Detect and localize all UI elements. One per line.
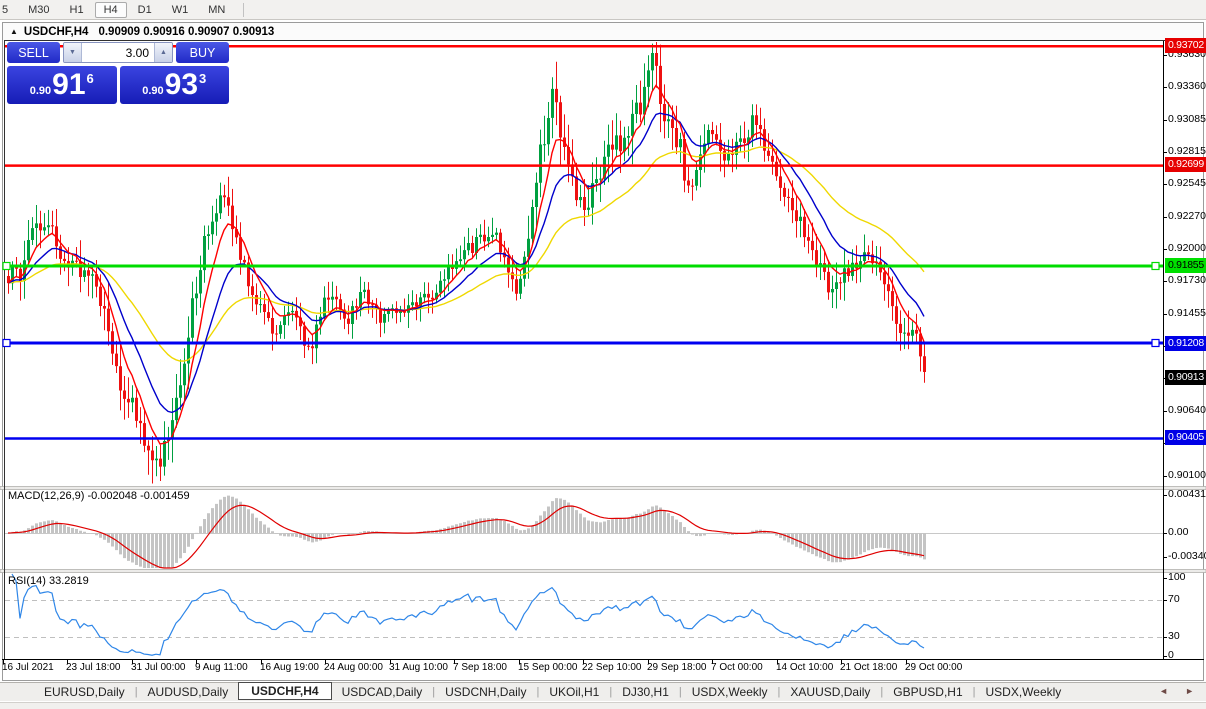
sell-price-display[interactable]: 0.90 91 6	[7, 66, 117, 104]
tabs-scroll-left-icon[interactable]: ◄	[1159, 686, 1168, 696]
support-line-price-badge: 0.91208	[1165, 336, 1206, 351]
time-axis-label: 7 Oct 00:00	[711, 662, 763, 673]
indicator-axis-tick: 0.00	[1168, 526, 1188, 539]
indicator-axis-tick: 70	[1168, 593, 1180, 606]
price-axis-tick: 0.92000	[1168, 242, 1206, 255]
chart-tab-usdx-weekly[interactable]: USDX,Weekly	[976, 684, 1072, 700]
indicator-axis-tick: -0.003405	[1168, 550, 1206, 563]
chart-ohlc-values: 0.90909 0.90916 0.90907 0.90913	[98, 26, 274, 38]
rsi-line	[12, 574, 924, 655]
resistance-line-price-badge: 0.92699	[1165, 157, 1206, 172]
resistance-line-price-badge: 0.93702	[1165, 38, 1206, 53]
price-axis-tick: 0.93085	[1168, 113, 1206, 126]
buy-price-pip: 3	[199, 71, 206, 86]
timeframe-button-MN[interactable]: MN	[199, 2, 234, 18]
chart-tab-audusd-daily[interactable]: AUDUSD,Daily	[138, 684, 239, 700]
time-axis-label: 29 Sep 18:00	[647, 662, 707, 673]
price-axis-tick: 0.90100	[1168, 469, 1206, 482]
indicator-axis-tick: 0	[1168, 649, 1174, 662]
chart-title-bar: ▲ USDCHF,H4 0.90909 0.90916 0.90907 0.90…	[3, 23, 1202, 40]
time-axis-label: 16 Aug 19:00	[260, 662, 319, 673]
time-axis-label: 24 Aug 00:00	[324, 662, 383, 673]
buy-button[interactable]: BUY	[176, 42, 229, 63]
chart-tab-eurusd-daily[interactable]: EURUSD,Daily	[34, 684, 135, 700]
macd-indicator-label: MACD(12,26,9) -0.002048 -0.001459	[8, 490, 190, 502]
sell-price-pip: 6	[87, 71, 94, 86]
chart-tab-dj30-h1[interactable]: DJ30,H1	[612, 684, 679, 700]
timeframe-button-5[interactable]: 5	[0, 2, 17, 18]
horizontal-line-0.91855[interactable]	[3, 263, 1163, 270]
volume-decrease-button[interactable]: ▼	[64, 43, 82, 62]
volume-input[interactable]: 3.00	[82, 43, 154, 62]
timeframe-button-M30[interactable]: M30	[19, 2, 58, 18]
time-axis-label: 22 Sep 10:00	[582, 662, 642, 673]
support-line-price-badge: 0.91855	[1165, 258, 1206, 273]
indicator-axis-tick: 30	[1168, 630, 1180, 643]
candles-bullish	[11, 44, 914, 477]
indicator-axis-tick: 0.00431	[1168, 488, 1206, 501]
chart-tab-usdcnh-daily[interactable]: USDCNH,Daily	[435, 684, 536, 700]
time-axis-label: 14 Oct 10:00	[776, 662, 833, 673]
time-axis-label: 16 Jul 2021	[2, 662, 54, 673]
price-axis-tick: 0.92545	[1168, 177, 1206, 190]
price-axis-tick: 0.90640	[1168, 404, 1206, 417]
time-axis-label: 31 Aug 10:00	[389, 662, 448, 673]
rsi-indicator-label: RSI(14) 33.2819	[8, 575, 89, 587]
chart-tab-xauusd-daily[interactable]: XAUUSD,Daily	[780, 684, 880, 700]
indicator-axis-tick: 100	[1168, 571, 1186, 584]
price-axis-tick: 0.91730	[1168, 274, 1206, 287]
price-axis-tick: 0.93360	[1168, 80, 1206, 93]
toolbar-separator	[243, 3, 244, 17]
time-axis-label: 15 Sep 00:00	[518, 662, 578, 673]
timeframe-toolbar: 5M30H1H4D1W1MN	[0, 0, 1206, 20]
tabs-scroll-right-icon[interactable]: ►	[1185, 686, 1194, 696]
support-line-price-badge: 0.90405	[1165, 430, 1206, 445]
price-axis-tick: 0.92270	[1168, 210, 1206, 223]
time-axis-label: 23 Jul 18:00	[66, 662, 121, 673]
buy-price-prefix: 0.90	[142, 85, 163, 97]
timeframe-button-W1[interactable]: W1	[163, 2, 198, 18]
chart-symbol-title: USDCHF,H4	[24, 26, 89, 38]
time-axis-label: 9 Aug 11:00	[195, 662, 248, 673]
time-axis-label: 7 Sep 18:00	[453, 662, 507, 673]
price-axis-tick: 0.91455	[1168, 307, 1206, 320]
sell-price-prefix: 0.90	[30, 85, 51, 97]
time-axis-label: 31 Jul 00:00	[131, 662, 186, 673]
time-axis-label: 29 Oct 00:00	[905, 662, 962, 673]
chart-tab-usdx-weekly[interactable]: USDX,Weekly	[682, 684, 778, 700]
chart-tab-usdchf-h4[interactable]: USDCHF,H4	[238, 682, 331, 700]
collapse-chart-icon[interactable]: ▲	[10, 27, 18, 36]
horizontal-line-0.91208[interactable]	[3, 340, 1163, 347]
chart-tab-usdcad-daily[interactable]: USDCAD,Daily	[332, 684, 433, 700]
buy-price-display[interactable]: 0.90 93 3	[120, 66, 230, 104]
time-axis-label: 21 Oct 18:00	[840, 662, 897, 673]
volume-increase-button[interactable]: ▲	[154, 43, 172, 62]
chart-canvas[interactable]	[0, 0, 1206, 708]
sell-button[interactable]: SELL	[7, 42, 60, 63]
timeframe-button-H1[interactable]: H1	[61, 2, 93, 18]
timeframe-button-H4[interactable]: H4	[95, 2, 127, 18]
volume-spinner: ▼ 3.00 ▲	[63, 42, 173, 63]
chart-tab-gbpusd-h1[interactable]: GBPUSD,H1	[883, 684, 972, 700]
chart-tab-ukoil-h1[interactable]: UKOil,H1	[539, 684, 609, 700]
buy-price-big-digits: 93	[165, 70, 198, 100]
one-click-trading-panel: SELL ▼ 3.00 ▲ BUY 0.90 91 6 0.90 93 3	[7, 42, 229, 104]
chart-tabs-bar: EURUSD,Daily|AUDUSD,DailyUSDCHF,H4USDCAD…	[0, 682, 1206, 701]
timeframe-button-D1[interactable]: D1	[129, 2, 161, 18]
sell-price-big-digits: 91	[52, 70, 85, 100]
macd-histogram	[7, 496, 926, 568]
current-price-badge: 0.90913	[1165, 370, 1206, 385]
